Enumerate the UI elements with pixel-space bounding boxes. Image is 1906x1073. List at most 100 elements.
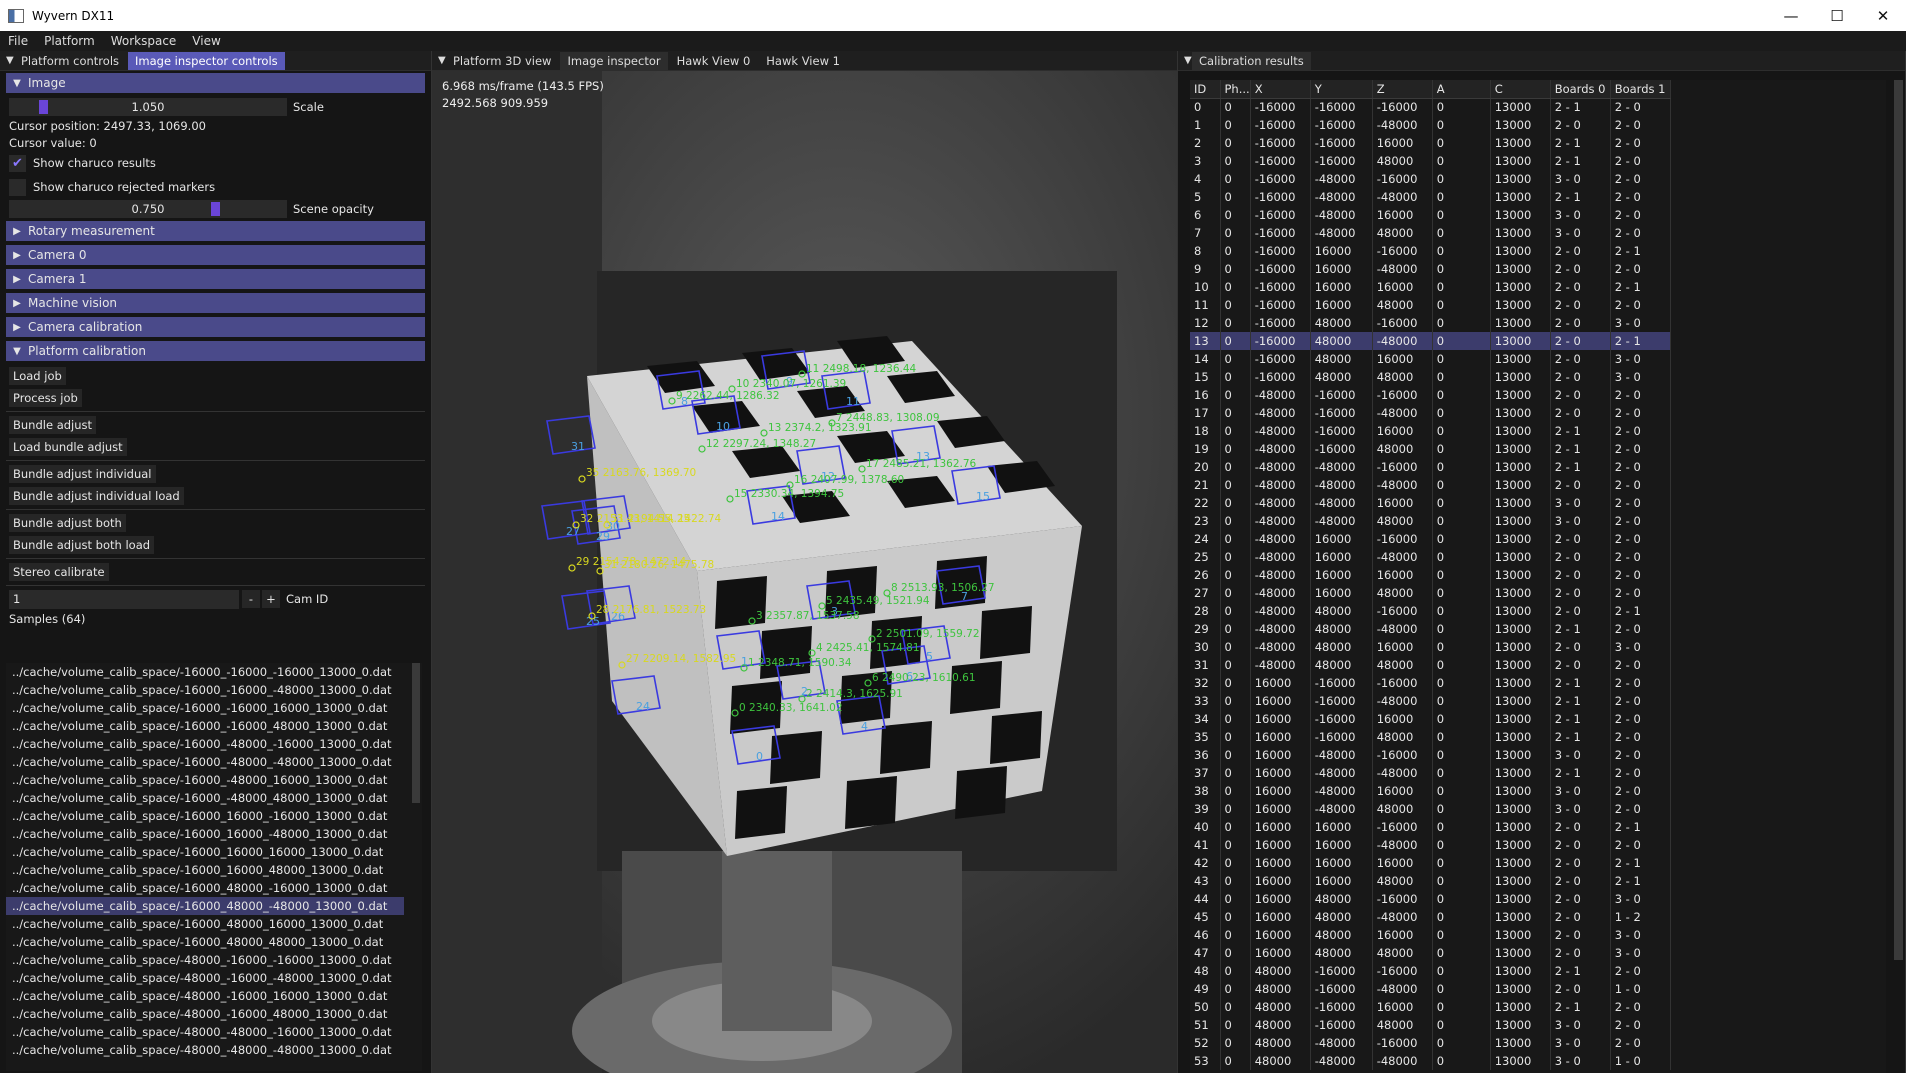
table-row[interactable]: 20 0 -48000 -48000 -16000 0 13000 2 - 12 - 0 [1190,458,1671,476]
table-row[interactable]: 40 0 16000 16000 -16000 0 13000 2 - 02 - 1 [1190,818,1671,836]
triangle-down-icon[interactable]: ▼ [0,55,14,66]
column-header[interactable]: Ph... [1220,80,1251,99]
column-header[interactable]: ID [1190,80,1221,99]
table-row[interactable]: 8 0 -16000 16000 -16000 0 13000 2 - 02 - 1 [1190,242,1671,260]
cam-id-increment-button[interactable]: + [262,590,280,608]
table-row[interactable]: 33 0 16000 -16000 -48000 0 13000 2 - 12 - 0 [1190,692,1671,710]
process-job-button[interactable]: Process job [9,389,82,407]
table-row[interactable]: 28 0 -48000 48000 -16000 0 13000 2 - 02 - 1 [1190,602,1671,620]
table-row[interactable]: 27 0 -48000 16000 48000 0 13000 2 - 02 - 0 [1190,584,1671,602]
table-row[interactable]: 12 0 -16000 48000 -16000 0 13000 2 - 03 - 0 [1190,314,1671,332]
bundle-adjust-individual-load-button[interactable]: Bundle adjust individual load [9,487,184,505]
maximize-button[interactable]: ☐ [1814,0,1860,31]
table-scrollbar[interactable] [1894,80,1903,960]
table-row[interactable]: 50 0 48000 -16000 16000 0 13000 2 - 12 - 0 [1190,998,1671,1016]
table-row[interactable]: 41 0 16000 16000 -48000 0 13000 2 - 02 - 0 [1190,836,1671,854]
cam-id-input[interactable]: 1 [9,589,239,609]
column-header[interactable]: A [1432,80,1491,99]
bundle-adjust-individual-button[interactable]: Bundle adjust individual [9,465,156,483]
menu-file[interactable]: File [0,34,36,48]
table-row[interactable]: 26 0 -48000 16000 16000 0 13000 2 - 02 - 0 [1190,566,1671,584]
table-row[interactable]: 25 0 -48000 16000 -48000 0 13000 2 - 02 - 0 [1190,548,1671,566]
triangle-down-icon[interactable]: ▼ [1178,55,1192,66]
sample-item[interactable]: ../cache/volume_calib_space/-48000_-1600… [6,1005,404,1023]
table-row[interactable]: 31 0 -48000 48000 48000 0 13000 2 - 02 - 0 [1190,656,1671,674]
sample-item[interactable]: ../cache/volume_calib_space/-16000_48000… [6,897,404,915]
table-row[interactable]: 15 0 -16000 48000 48000 0 13000 2 - 03 - 0 [1190,368,1671,386]
samples-list[interactable]: ../cache/volume_calib_space/-16000_-1600… [6,663,422,1071]
sample-item[interactable]: ../cache/volume_calib_space/-48000_-1600… [6,987,404,1005]
table-row[interactable]: 23 0 -48000 -48000 48000 0 13000 3 - 02 - 0 [1190,512,1671,530]
sample-item[interactable]: ../cache/volume_calib_space/-48000_-4800… [6,1041,404,1059]
close-button[interactable]: ✕ [1860,0,1906,31]
tab-hawk-view-0[interactable]: Hawk View 0 [670,52,758,70]
sample-item[interactable]: ../cache/volume_calib_space/-16000_16000… [6,807,404,825]
table-row[interactable]: 19 0 -48000 -16000 48000 0 13000 2 - 12 - 0 [1190,440,1671,458]
table-row[interactable]: 10 0 -16000 16000 16000 0 13000 2 - 02 - 1 [1190,278,1671,296]
menu-platform[interactable]: Platform [36,34,103,48]
table-row[interactable]: 6 0 -16000 -48000 16000 0 13000 3 - 02 - 0 [1190,206,1671,224]
tab-platform-3d-view[interactable]: Platform 3D view [446,52,558,70]
sample-item[interactable]: ../cache/volume_calib_space/-16000_-1600… [6,681,404,699]
table-row[interactable]: 38 0 16000 -48000 16000 0 13000 3 - 02 - 0 [1190,782,1671,800]
image-viewport[interactable]: 8 9 10 11 12 13 14 15 31 30 29 27 26 25 24 7 3 5 6 2 1 4 0 11 … [432,71,1177,1073]
column-header[interactable]: C [1490,80,1551,99]
table-row[interactable]: 39 0 16000 -48000 48000 0 13000 3 - 02 - 0 [1190,800,1671,818]
tab-hawk-view-1[interactable]: Hawk View 1 [759,52,847,70]
bundle-adjust-button[interactable]: Bundle adjust [9,416,97,434]
table-row[interactable]: 9 0 -16000 16000 -48000 0 13000 2 - 02 - 0 [1190,260,1671,278]
tab-calibration-results[interactable]: Calibration results [1192,51,1311,70]
header-image[interactable]: ▼ Image [6,73,425,93]
opacity-slider[interactable]: 0.750 [9,200,287,218]
table-row[interactable]: 0 0 -16000 -16000 -16000 0 13000 2 - 12 - 0 [1190,98,1671,116]
table-row[interactable]: 1 0 -16000 -16000 -48000 0 13000 2 - 02 - 0 [1190,116,1671,134]
sample-item[interactable]: ../cache/volume_calib_space/-16000_-1600… [6,699,404,717]
load-bundle-adjust-button[interactable]: Load bundle adjust [9,438,127,456]
stereo-calibrate-button[interactable]: Stereo calibrate [9,563,109,581]
table-row[interactable]: 53 0 48000 -48000 -48000 0 13000 3 - 01 - 0 [1190,1052,1671,1070]
table-row[interactable]: 18 0 -48000 -16000 16000 0 13000 2 - 12 - 0 [1190,422,1671,440]
sample-item[interactable]: ../cache/volume_calib_space/-16000_16000… [6,825,404,843]
table-row[interactable]: 30 0 -48000 48000 16000 0 13000 2 - 03 - 0 [1190,638,1671,656]
column-header[interactable]: Z [1372,80,1433,99]
table-row[interactable]: 47 0 16000 48000 48000 0 13000 2 - 03 - 0 [1190,944,1671,962]
header-machine-vision[interactable]: ▶ Machine vision [6,293,425,313]
sample-item[interactable]: ../cache/volume_calib_space/-48000_-1600… [6,951,404,969]
table-row[interactable]: 36 0 16000 -48000 -16000 0 13000 3 - 02 - 0 [1190,746,1671,764]
sample-item[interactable]: ../cache/volume_calib_space/-48000_-4800… [6,1023,404,1041]
sample-item[interactable]: ../cache/volume_calib_space/-48000_-1600… [6,969,404,987]
cam-id-decrement-button[interactable]: - [242,590,260,608]
header-camera-1[interactable]: ▶ Camera 1 [6,269,425,289]
sample-item[interactable]: ../cache/volume_calib_space/-16000_-4800… [6,789,404,807]
table-row[interactable]: 29 0 -48000 48000 -48000 0 13000 2 - 12 - 0 [1190,620,1671,638]
table-row[interactable]: 46 0 16000 48000 16000 0 13000 2 - 03 - 0 [1190,926,1671,944]
check-icon[interactable]: ✔ [9,154,26,172]
tab-image-inspector-controls[interactable]: Image inspector controls [128,51,285,70]
header-camera-0[interactable]: ▶ Camera 0 [6,245,425,265]
header-platform-calibration[interactable]: ▼ Platform calibration [6,341,425,361]
table-row[interactable]: 24 0 -48000 16000 -16000 0 13000 2 - 02 - 0 [1190,530,1671,548]
sample-item[interactable]: ../cache/volume_calib_space/-16000_48000… [6,933,404,951]
table-row[interactable]: 51 0 48000 -16000 48000 0 13000 3 - 02 - 0 [1190,1016,1671,1034]
sample-item[interactable]: ../cache/volume_calib_space/-16000_-4800… [6,753,404,771]
samples-scrollbar[interactable] [412,663,420,803]
table-row[interactable]: 43 0 16000 16000 48000 0 13000 2 - 02 - 1 [1190,872,1671,890]
table-row[interactable]: 21 0 -48000 -48000 -48000 0 13000 2 - 02 - 0 [1190,476,1671,494]
table-row[interactable]: 17 0 -48000 -16000 -48000 0 13000 2 - 02 - 0 [1190,404,1671,422]
table-row[interactable]: 2 0 -16000 -16000 16000 0 13000 2 - 12 - 0 [1190,134,1671,152]
table-row[interactable]: 3 0 -16000 -16000 48000 0 13000 2 - 12 - 0 [1190,152,1671,170]
column-header[interactable]: X [1250,80,1311,99]
table-row[interactable]: 34 0 16000 -16000 16000 0 13000 2 - 12 - 0 [1190,710,1671,728]
sample-item[interactable]: ../cache/volume_calib_space/-16000_16000… [6,843,404,861]
table-row[interactable]: 37 0 16000 -48000 -48000 0 13000 2 - 12 - 0 [1190,764,1671,782]
tab-image-inspector[interactable]: Image inspector [560,51,668,70]
table-row[interactable]: 13 0 -16000 48000 -48000 0 13000 2 - 02 - 1 [1190,332,1671,350]
table-row[interactable]: 11 0 -16000 16000 48000 0 13000 2 - 02 - 0 [1190,296,1671,314]
table-row[interactable]: 14 0 -16000 48000 16000 0 13000 2 - 03 - 0 [1190,350,1671,368]
header-camera-calibration[interactable]: ▶ Camera calibration [6,317,425,337]
column-header[interactable]: Boards 1 [1610,80,1671,99]
sample-item[interactable]: ../cache/volume_calib_space/-16000_16000… [6,861,404,879]
table-row[interactable]: 35 0 16000 -16000 48000 0 13000 2 - 12 - 0 [1190,728,1671,746]
table-row[interactable]: 4 0 -16000 -48000 -16000 0 13000 3 - 02 - 0 [1190,170,1671,188]
header-rotary-measurement[interactable]: ▶ Rotary measurement [6,221,425,241]
